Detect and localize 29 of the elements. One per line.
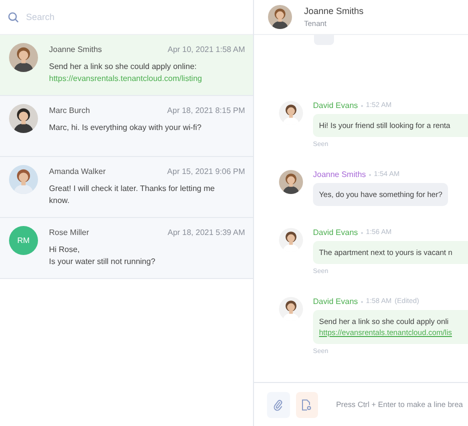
contact-name: Marc Burch	[49, 106, 90, 115]
author-name: David Evans	[313, 228, 358, 237]
message-preview: Great! I will check it later. Thanks for letting me know.	[49, 183, 216, 207]
attach-button[interactable]	[267, 392, 290, 418]
paperclip-icon	[273, 398, 284, 410]
contact-name: Rose Miller	[49, 228, 90, 237]
search-icon	[8, 12, 19, 22]
contact-name: Joanne Smiths	[304, 6, 364, 16]
message-date: Apr 15, 2021 9:06 PM	[167, 167, 245, 176]
author-name: David Evans	[313, 101, 358, 110]
message-date: Apr 18, 2021 5:39 AM	[168, 228, 245, 237]
document-button[interactable]	[296, 392, 318, 418]
message-preview: Marc, hi. Is everything okay with your wi-fi?	[49, 122, 202, 134]
conversation-item[interactable]: Amanda Walker Apr 15, 2021 9:06 PM Great! I will check it later. Thanks for letting me know.	[0, 157, 253, 218]
author-name: Joanne Smiths	[313, 170, 366, 179]
message-preview: Is your water still not running?	[49, 256, 156, 268]
contact-name: Amanda Walker	[49, 167, 106, 176]
message-date: Apr 10, 2021 1:58 AM	[168, 45, 245, 54]
message-preview: Send her a link so she could apply online:	[49, 61, 198, 73]
document-icon	[301, 398, 312, 410]
author-name: David Evans	[313, 297, 358, 306]
message-preview: Hi Rose,	[49, 244, 81, 256]
search-field[interactable]: Search	[24, 11, 228, 23]
avatar: RM	[9, 226, 38, 255]
contact-name: Joanne Smiths	[49, 45, 102, 54]
conversation-item[interactable]: RM Rose Miller Apr 18, 2021 5:39 AM Hi Rose, Is your water still not running?	[0, 218, 253, 279]
message-date: Apr 18, 2021 8:15 PM	[167, 106, 245, 115]
conversation-item[interactable]: Marc Burch Apr 18, 2021 8:15 PM Marc, hi. Is everything okay with your wi-fi?	[0, 96, 253, 157]
conversation-item[interactable]: Joanne Smiths Apr 10, 2021 1:58 AM Send her a link so she could apply online: https://evansrentals.tenantcloud.com/listing	[0, 35, 253, 96]
